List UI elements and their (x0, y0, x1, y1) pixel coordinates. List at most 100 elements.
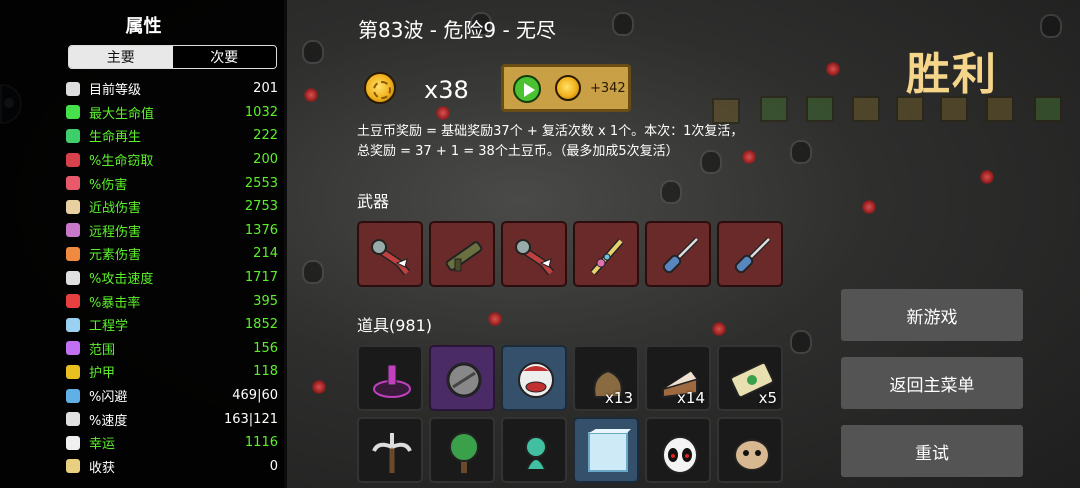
level-icon (66, 81, 80, 96)
speed-icon (66, 412, 80, 427)
crit-icon (66, 294, 80, 309)
stat-value: 1376 (244, 222, 278, 238)
stat-name: %伤害 (89, 177, 128, 193)
green-alien-icon (513, 429, 559, 475)
stat-row: 收获 0 (66, 455, 278, 479)
stat-name: %暴击率 (89, 295, 141, 311)
new-game-button[interactable]: 新游戏 (841, 289, 1023, 341)
dodge-icon (66, 388, 80, 403)
rocket-launcher-icon (441, 233, 487, 279)
heart-icon (66, 105, 80, 120)
damage-icon (66, 176, 80, 191)
stat-list: 目前等级 201 最大生命值 1032 生命再生 222 %生命窃取 200 %伤害 2553 近战… (66, 77, 278, 478)
stat-value: 2553 (244, 175, 278, 191)
tab-secondary[interactable]: 次要 (172, 46, 276, 68)
item-slot[interactable]: x14 (645, 345, 711, 411)
item-slot[interactable] (501, 345, 567, 411)
stat-row: 目前等级 201 (66, 77, 278, 101)
item-slot[interactable] (573, 417, 639, 483)
stat-name: 元素伤害 (89, 248, 142, 264)
stat-name: 近战伤害 (89, 201, 142, 217)
dragon-rocket-launcher-icon (369, 233, 415, 279)
stat-value: 118 (253, 364, 278, 380)
stat-name: %闪避 (89, 390, 128, 406)
weapon-slot[interactable] (717, 221, 783, 287)
stat-row: %攻击速度 1717 (66, 266, 278, 290)
item-count: x14 (677, 389, 705, 407)
stat-name: 工程学 (89, 319, 129, 335)
weapon-slot[interactable] (573, 221, 639, 287)
item-slot[interactable] (429, 417, 495, 483)
weapon-slot[interactable] (357, 221, 423, 287)
ghost-mask-icon (657, 429, 703, 475)
stitched-potato-icon (729, 429, 775, 475)
item-count: x13 (605, 389, 633, 407)
stat-name: 远程伤害 (89, 224, 142, 240)
stat-row: %闪避 469|60 (66, 384, 278, 408)
stat-value: 214 (253, 246, 278, 262)
main-menu-button[interactable]: 返回主菜单 (841, 357, 1023, 409)
stat-name: 护甲 (89, 366, 116, 382)
item-slot[interactable] (357, 345, 423, 411)
item-count: x5 (758, 389, 777, 407)
stats-tabs: 主要 次要 (68, 45, 277, 69)
item-slot[interactable] (501, 417, 567, 483)
reward-line-2: 总奖励 = 37 + 1 = 38个土豆币。（最多加成5次复活） (357, 144, 679, 159)
item-slot[interactable] (429, 345, 495, 411)
regen-icon (66, 128, 80, 143)
armor-icon (66, 364, 80, 379)
ice-cube-icon (585, 427, 633, 475)
stat-name: 最大生命值 (89, 106, 155, 122)
stat-value: 395 (253, 293, 278, 309)
weapon-slot[interactable] (645, 221, 711, 287)
weapons-label: 武器 (357, 192, 390, 211)
stat-row: 幸运 1116 (66, 431, 278, 455)
attack-speed-icon (66, 270, 80, 285)
reward-description: 土豆币奖励 = 基础奖励37个 + 复活次数 x 1个。本次：1次复活， 总奖励… (357, 122, 827, 162)
stat-row: %生命窃取 200 (66, 148, 278, 172)
stat-value: 1032 (244, 104, 278, 120)
stat-value: 2753 (244, 199, 278, 215)
retry-button[interactable]: 重试 (841, 425, 1023, 477)
screwdriver-icon (657, 233, 703, 279)
stat-value: 200 (253, 152, 278, 168)
stat-name: 生命再生 (89, 130, 142, 146)
stat-row: %暴击率 395 (66, 289, 278, 313)
stat-name: 目前等级 (89, 83, 142, 99)
item-slot[interactable] (357, 417, 423, 483)
item-slot[interactable]: x5 (717, 345, 783, 411)
melee-icon (66, 199, 80, 214)
stat-name: 范围 (89, 342, 116, 358)
stat-value: 469|60 (232, 388, 278, 404)
luck-icon (66, 435, 80, 450)
clown-face-icon (513, 357, 559, 403)
bonus-amount: +342 (590, 81, 626, 96)
screwdriver-icon (729, 233, 775, 279)
range-icon (66, 341, 80, 356)
jeweled-sword-icon (585, 233, 631, 279)
weapon-slot[interactable] (429, 221, 495, 287)
stat-value: 1717 (244, 270, 278, 286)
stat-row: 工程学 1852 (66, 313, 278, 337)
green-tree-icon (441, 429, 487, 475)
play-icon (513, 75, 541, 103)
stat-row: 近战伤害 2753 (66, 195, 278, 219)
tab-primary[interactable]: 主要 (69, 46, 173, 68)
item-slot[interactable]: x13 (573, 345, 639, 411)
stat-row: 范围 156 (66, 337, 278, 361)
stat-name: 收获 (89, 460, 116, 476)
stat-row: 生命再生 222 (66, 124, 278, 148)
ritual-altar-icon (369, 357, 415, 403)
item-slot[interactable] (645, 417, 711, 483)
spiked-ball-icon (441, 357, 487, 403)
item-slot[interactable] (717, 417, 783, 483)
stat-name: %攻击速度 (89, 272, 154, 288)
stat-value: 156 (253, 340, 278, 356)
watch-ad-bonus-button[interactable]: +342 (501, 64, 631, 112)
weapon-slot[interactable] (501, 221, 567, 287)
stat-value: 201 (253, 81, 278, 97)
stat-name: 幸运 (89, 437, 116, 453)
wave-title: 第83波 - 危险9 - 无尽 (358, 18, 557, 42)
lifesteal-icon (66, 152, 80, 167)
stat-row: 元素伤害 214 (66, 242, 278, 266)
